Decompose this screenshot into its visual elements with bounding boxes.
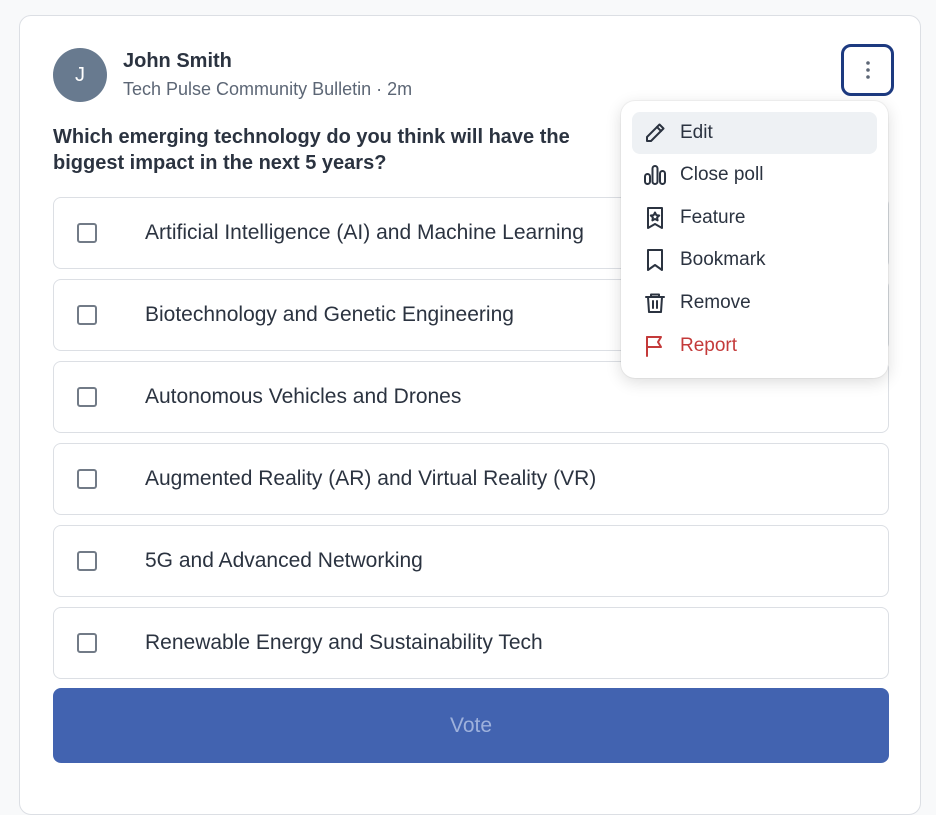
more-vertical-icon [865,61,870,79]
poll-option[interactable]: 5G and Advanced Networking [53,525,889,597]
bookmark-icon [647,249,663,271]
option-checkbox[interactable] [77,387,97,407]
option-label: Augmented Reality (AR) and Virtual Reali… [145,467,597,490]
menu-item-label: Remove [680,292,751,313]
trash-icon [645,293,665,313]
post-meta: Tech Pulse Community Bulletin · 2m [123,79,413,99]
menu-item-feature[interactable]: Feature [632,197,877,239]
menu-item-close-poll[interactable]: Close poll [632,154,877,196]
menu-item-report[interactable]: Report [632,325,877,367]
option-label: Renewable Energy and Sustainability Tech [145,631,543,654]
avatar-initial: J [75,63,85,86]
flag-icon [646,336,662,357]
option-label: Biotechnology and Genetic Engineering [145,303,514,326]
menu-item-label: Feature [680,207,746,228]
menu-item-label: Close poll [680,164,764,185]
poll-option[interactable]: Augmented Reality (AR) and Virtual Reali… [53,443,889,515]
option-checkbox[interactable] [77,469,97,489]
avatar[interactable]: J [53,48,107,102]
more-options-button[interactable] [841,44,894,96]
option-checkbox[interactable] [77,551,97,571]
option-checkbox[interactable] [77,305,97,325]
poll-question: Which emerging technology do you think w… [53,126,570,174]
menu-item-remove[interactable]: Remove [632,282,877,324]
option-checkbox[interactable] [77,633,97,653]
option-label: 5G and Advanced Networking [145,549,423,572]
menu-item-label: Edit [680,122,713,143]
pencil-icon [646,123,665,142]
option-label: Autonomous Vehicles and Drones [145,385,462,408]
options-dropdown-menu: Edit Close poll Feature Bookmark Remove [621,101,888,378]
option-label: Artificial Intelligence (AI) and Machine… [145,221,584,244]
menu-item-bookmark[interactable]: Bookmark [632,239,877,281]
star-badge-icon [647,207,663,229]
bar-chart-icon [644,165,666,185]
vote-button[interactable]: Vote [53,688,889,763]
menu-item-label: Bookmark [680,249,766,270]
option-checkbox[interactable] [77,223,97,243]
menu-item-edit[interactable]: Edit [632,112,877,154]
menu-item-label: Report [680,335,738,356]
poll-option[interactable]: Renewable Energy and Sustainability Tech [53,607,889,679]
author-name[interactable]: John Smith [123,50,232,73]
